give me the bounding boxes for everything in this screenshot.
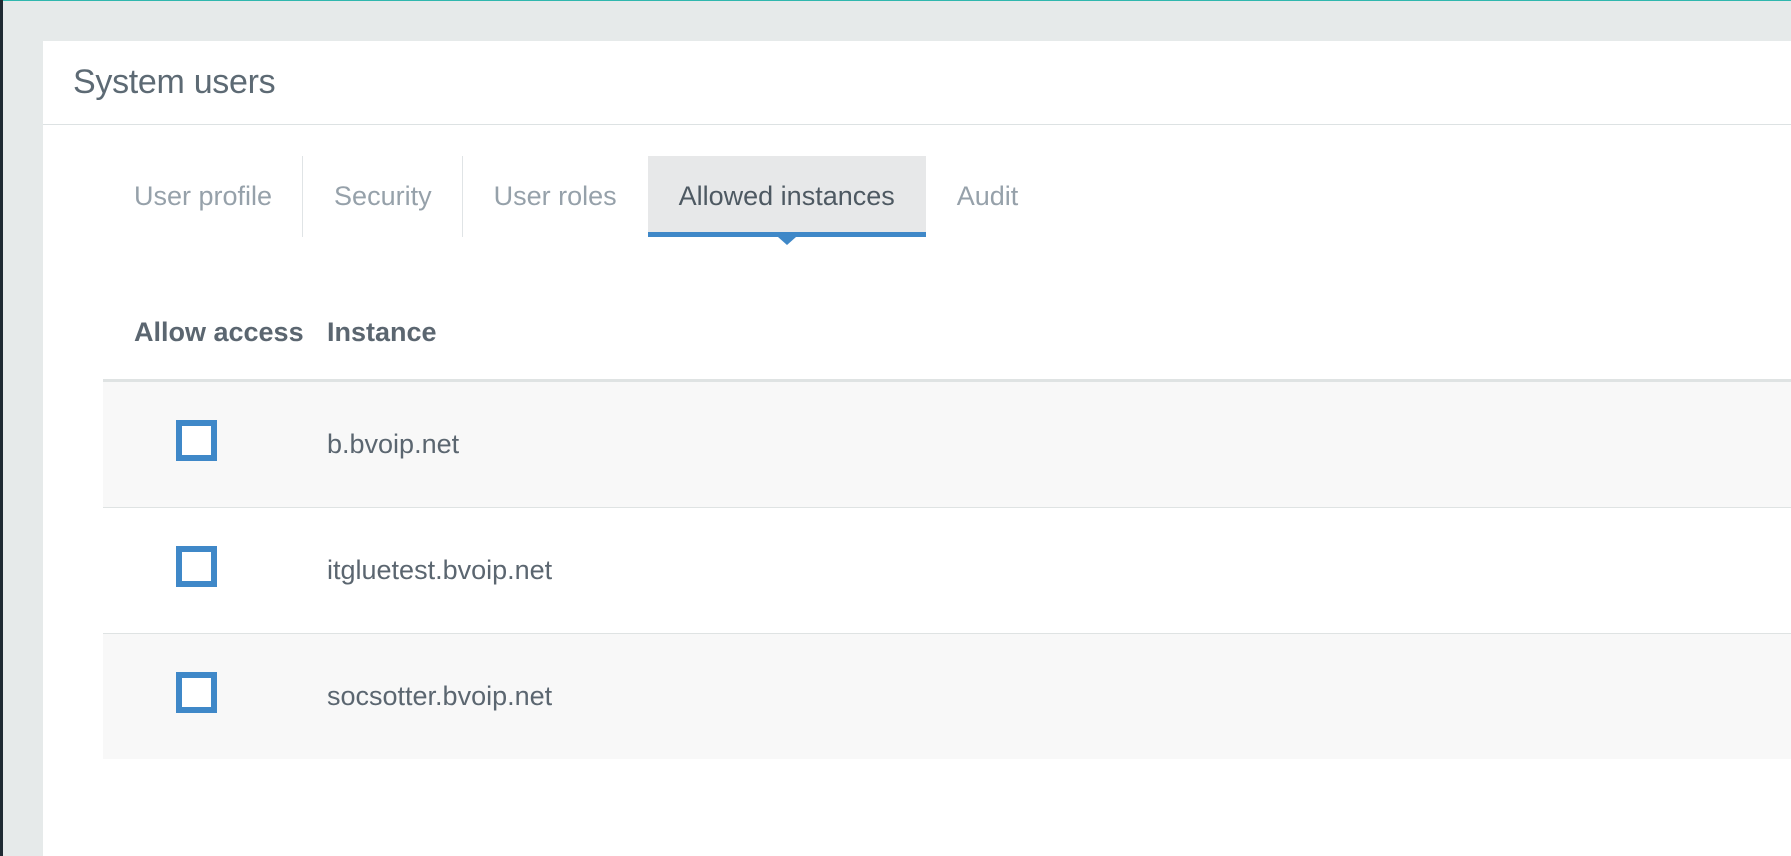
column-header-instance: Instance xyxy=(327,317,437,347)
table-row: socsotter.bvoip.net xyxy=(103,634,1791,759)
tab-label: Security xyxy=(334,181,432,211)
tab-audit[interactable]: Audit xyxy=(926,156,1050,237)
top-accent-line xyxy=(0,0,1791,1)
table-row: itgluetest.bvoip.net xyxy=(103,508,1791,634)
instance-name: itgluetest.bvoip.net xyxy=(327,555,553,585)
tab-allowed-instances[interactable]: Allowed instances xyxy=(647,156,926,245)
instance-name: socsotter.bvoip.net xyxy=(327,681,553,711)
allow-access-cell xyxy=(103,672,327,713)
allowed-instances-table: Allow access Instance b.bvoip.net itglue… xyxy=(103,286,1791,759)
allow-access-cell xyxy=(103,420,327,461)
allow-access-cell xyxy=(103,546,327,587)
left-edge-bar xyxy=(0,0,3,856)
tab-label: User roles xyxy=(493,181,617,211)
active-tab-indicator-icon xyxy=(777,237,796,245)
table-row: b.bvoip.net xyxy=(103,382,1791,508)
panel-header: System users xyxy=(43,41,1791,125)
table-header: Allow access Instance xyxy=(103,286,1791,382)
system-users-panel: System users User profile Security User … xyxy=(43,41,1791,856)
column-header-allow-access: Allow access xyxy=(134,317,304,347)
tab-security[interactable]: Security xyxy=(303,156,463,237)
tab-label: User profile xyxy=(134,181,273,211)
allow-access-checkbox[interactable] xyxy=(175,420,217,461)
tab-user-roles[interactable]: User roles xyxy=(463,156,648,237)
tab-bar: User profile Security User roles Allowed… xyxy=(103,156,1050,245)
tab-label: Audit xyxy=(956,181,1019,211)
allow-access-checkbox[interactable] xyxy=(175,672,217,713)
tab-user-profile[interactable]: User profile xyxy=(103,156,304,237)
instance-name: b.bvoip.net xyxy=(327,429,460,459)
allow-access-checkbox[interactable] xyxy=(175,546,217,587)
page-title: System users xyxy=(73,63,276,101)
tab-label: Allowed instances xyxy=(678,181,895,211)
